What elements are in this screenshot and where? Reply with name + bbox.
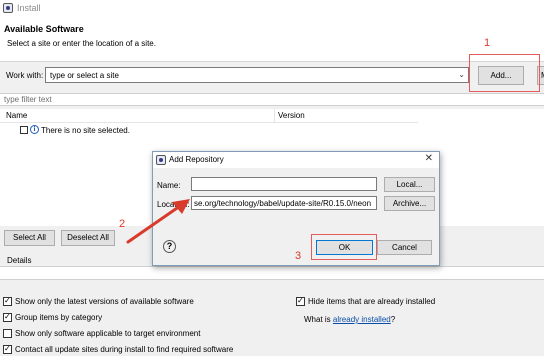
option-label: Contact all update sites during install … bbox=[15, 345, 234, 354]
checkbox-hide-installed[interactable] bbox=[296, 296, 305, 306]
annotation-arrow-2 bbox=[126, 199, 190, 244]
column-divider bbox=[274, 109, 275, 123]
page-subtitle: Select a site or enter the location of a… bbox=[7, 39, 156, 48]
name-label: Name: bbox=[157, 181, 181, 190]
already-installed-link[interactable]: already installed bbox=[333, 315, 391, 324]
column-version[interactable]: Version bbox=[278, 111, 305, 120]
option-label: Hide items that are already installed bbox=[308, 297, 436, 306]
checkbox-contact-all-sites[interactable] bbox=[3, 344, 12, 354]
filter-placeholder: type filter text bbox=[4, 95, 52, 104]
deselect-all-button[interactable]: Deselect All bbox=[61, 230, 115, 246]
checkbox-group-by-category[interactable] bbox=[3, 312, 12, 322]
archive-button[interactable]: Archive... bbox=[384, 196, 435, 211]
dialog-title-bar: Add Repository ✕ bbox=[153, 152, 439, 168]
location-field[interactable]: se.org/technology/babel/update-site/R0.1… bbox=[191, 196, 377, 210]
what-is-suffix: ? bbox=[390, 315, 396, 324]
close-icon[interactable]: ✕ bbox=[425, 153, 433, 164]
eclipse-app-icon bbox=[156, 155, 166, 165]
dialog-title: Add Repository bbox=[169, 155, 224, 164]
eclipse-app-icon bbox=[3, 3, 13, 13]
info-icon: i bbox=[30, 125, 39, 134]
what-is-installed: What is already installed? bbox=[304, 315, 395, 324]
checkbox-target-environment[interactable] bbox=[3, 329, 12, 338]
details-box bbox=[0, 266, 544, 280]
annotation-number-2: 2 bbox=[119, 218, 126, 230]
filter-input[interactable]: type filter text bbox=[0, 93, 544, 106]
work-with-label: Work with: bbox=[6, 71, 44, 80]
option-label: Show only the latest versions of availab… bbox=[15, 297, 194, 306]
local-button[interactable]: Local... bbox=[384, 177, 435, 192]
work-with-value: type or select a site bbox=[50, 71, 119, 80]
work-with-combo[interactable]: type or select a site ⌄ bbox=[45, 67, 469, 83]
page-title: Available Software bbox=[4, 24, 84, 34]
annotation-number-3: 3 bbox=[295, 250, 302, 262]
chevron-down-icon[interactable]: ⌄ bbox=[458, 70, 465, 79]
option-label: Group items by category bbox=[15, 313, 103, 322]
row-checkbox[interactable] bbox=[20, 126, 28, 134]
annotation-box-3 bbox=[311, 234, 377, 260]
tree-row-text: There is no site selected. bbox=[41, 126, 130, 135]
window-title: Install bbox=[17, 3, 41, 13]
checkbox-latest-versions[interactable] bbox=[3, 296, 12, 306]
annotation-box-1 bbox=[469, 54, 540, 92]
cancel-button[interactable]: Cancel bbox=[377, 240, 432, 255]
location-value: se.org/technology/babel/update-site/R0.1… bbox=[194, 199, 372, 208]
what-is-prefix: What is bbox=[304, 315, 333, 324]
page-header: Available Software Select a site or ente… bbox=[0, 17, 544, 62]
option-label: Show only software applicable to target … bbox=[15, 329, 201, 338]
annotation-number-1: 1 bbox=[484, 37, 491, 49]
select-all-button[interactable]: Select All bbox=[4, 230, 55, 246]
column-name[interactable]: Name bbox=[6, 111, 27, 120]
details-label: Details bbox=[7, 256, 32, 265]
tree-header: Name Version bbox=[0, 109, 418, 123]
name-field[interactable] bbox=[191, 177, 377, 191]
title-bar: Install bbox=[0, 0, 544, 17]
